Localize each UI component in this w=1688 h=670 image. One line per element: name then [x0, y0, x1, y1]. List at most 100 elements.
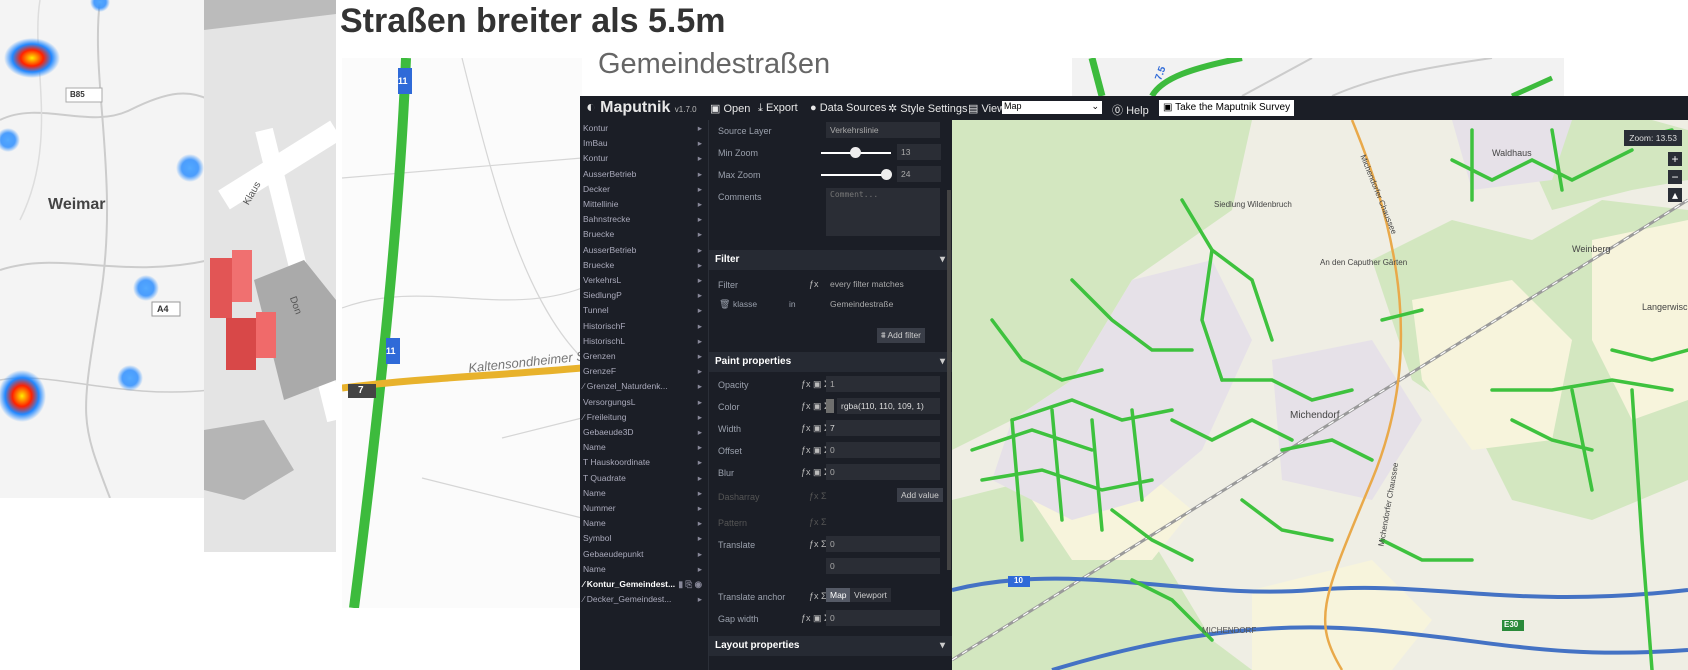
chevron-right-icon[interactable]: ▸ — [698, 196, 702, 212]
compass-button[interactable]: ▴ — [1668, 188, 1682, 202]
filter-value[interactable]: Gemeindestraße — [826, 296, 940, 312]
layer-item[interactable]: AusserBetrieb ▸ — [580, 242, 708, 258]
chevron-right-icon[interactable]: ▸ — [698, 257, 702, 273]
chevron-right-icon[interactable]: ▸ — [698, 181, 702, 197]
chevron-right-icon[interactable]: ▸ — [698, 515, 702, 531]
chevron-right-icon[interactable]: ▸ — [698, 500, 702, 516]
chevron-right-icon[interactable]: ▸ — [698, 302, 702, 318]
layer-item[interactable]: AusserBetrieb ▸ — [580, 166, 708, 182]
layer-item[interactable]: Bahnstrecke ▸ — [580, 211, 708, 227]
filter-section-header[interactable]: Filter ▾ — [709, 250, 953, 270]
layer-item[interactable]: Bruecke ▸ — [580, 257, 708, 273]
filter-field[interactable]: klasse — [733, 297, 779, 312]
blur-input[interactable]: 0 — [826, 464, 940, 480]
paint-section-header[interactable]: Paint properties ▾ — [709, 352, 953, 372]
chevron-right-icon[interactable]: ▸ — [698, 318, 702, 334]
chevron-right-icon[interactable]: ▸ — [698, 470, 702, 486]
function-icons[interactable]: ƒx Σ — [809, 591, 827, 601]
layer-item[interactable]: SiedlungP ▸ — [580, 287, 708, 303]
max-zoom-handle[interactable] — [881, 169, 892, 180]
layer-item[interactable]: HistorischL ▸ — [580, 333, 708, 349]
layer-item[interactable]: Gebaeude3D ▸ — [580, 424, 708, 440]
layer-item[interactable]: ∕ Grenzel_Naturdenk... ▸ — [580, 378, 708, 394]
map-view[interactable]: Zoom: 13.53 + − ▴ Waldhaus Weinberg Lang… — [952, 120, 1688, 670]
chevron-right-icon[interactable]: ▸ — [698, 454, 702, 470]
chevron-right-icon[interactable]: ▸ — [698, 546, 702, 562]
width-input[interactable]: 7 — [826, 420, 940, 436]
layer-item[interactable]: Bruecke ▸ — [580, 226, 708, 242]
layer-item[interactable]: GrenzeF ▸ — [580, 363, 708, 379]
layer-item[interactable]: Decker ▸ — [580, 181, 708, 197]
chevron-right-icon[interactable]: ▸ — [698, 530, 702, 546]
function-icons[interactable]: ƒx Σ — [809, 539, 827, 549]
function-icons[interactable]: ƒx Σ — [809, 491, 827, 501]
chevron-right-icon[interactable]: ▸ — [698, 333, 702, 349]
open-button[interactable]: ▣ Open — [710, 102, 750, 115]
min-zoom-handle[interactable] — [850, 147, 861, 158]
layer-item[interactable]: Name ▸ — [580, 561, 708, 577]
layer-item[interactable]: VersorgungsL ▸ — [580, 394, 708, 410]
offset-input[interactable]: 0 — [826, 442, 940, 458]
zoom-in-button[interactable]: + — [1668, 152, 1682, 166]
chevron-right-icon[interactable]: ▸ — [698, 348, 702, 364]
layer-item[interactable]: Symbol ▸ — [580, 530, 708, 546]
min-zoom-input[interactable]: 13 — [897, 144, 941, 160]
chevron-right-icon[interactable]: ▸ — [698, 561, 702, 577]
chevron-right-icon[interactable]: ▸ — [698, 135, 702, 151]
view-select[interactable]: Map ⌄ — [1002, 101, 1102, 114]
function-icon[interactable]: ƒx — [809, 279, 819, 289]
layer-actions-icons[interactable]: ▮ ⎘ ◉ — [678, 576, 702, 592]
translate-x-input[interactable]: 0 — [826, 536, 940, 552]
translate-y-input[interactable]: 0 — [826, 558, 940, 574]
color-input[interactable]: rgba(110, 110, 109, 1) — [837, 398, 940, 414]
layer-item[interactable]: Kontur ▸ — [580, 150, 708, 166]
comments-textarea[interactable]: Comment... — [826, 188, 940, 236]
layer-item[interactable]: ∕ Freileitung ▸ — [580, 409, 708, 425]
maputnik-logo[interactable]: ◐ Maputnik v1.7.0 — [586, 99, 697, 117]
chevron-right-icon[interactable]: ▸ — [698, 394, 702, 410]
layer-item[interactable]: Grenzen ▸ — [580, 348, 708, 364]
layout-section-header[interactable]: Layout properties ▾ — [709, 636, 953, 656]
data-sources-button[interactable]: ● Data Sources — [810, 102, 886, 114]
chevron-right-icon[interactable]: ▸ — [698, 439, 702, 455]
trash-icon[interactable]: 🗑 — [719, 299, 730, 310]
max-zoom-input[interactable]: 24 — [897, 166, 941, 182]
layer-item[interactable]: Name ▸ — [580, 515, 708, 531]
chevron-right-icon[interactable]: ▸ — [698, 591, 702, 607]
layer-item[interactable]: HistorischF ▸ — [580, 318, 708, 334]
layer-item[interactable]: T Quadrate ▸ — [580, 470, 708, 486]
chevron-right-icon[interactable]: ▸ — [698, 363, 702, 379]
chevron-right-icon[interactable]: ▸ — [698, 211, 702, 227]
gap-width-input[interactable]: 0 — [826, 610, 940, 626]
chevron-right-icon[interactable]: ▸ — [698, 424, 702, 440]
layer-item[interactable]: T Hauskoordinate ▸ — [580, 454, 708, 470]
layer-item[interactable]: Gebaeudepunkt ▸ — [580, 546, 708, 562]
color-swatch[interactable] — [826, 399, 834, 413]
layer-item[interactable]: Nummer ▸ — [580, 500, 708, 516]
chevron-right-icon[interactable]: ▸ — [698, 226, 702, 242]
chevron-right-icon[interactable]: ▸ — [698, 166, 702, 182]
add-value-button[interactable]: Add value — [897, 488, 943, 502]
export-button[interactable]: ⤓ Export — [758, 102, 798, 115]
chevron-right-icon[interactable]: ▸ — [698, 409, 702, 425]
editor-scrollbar[interactable] — [947, 190, 951, 570]
layer-item[interactable]: ∕ Kontur_Gemeindest... ▮ ⎘ ◉ — [580, 576, 708, 592]
chevron-right-icon[interactable]: ▸ — [698, 242, 702, 258]
source-layer-input[interactable]: Verkehrslinie — [826, 122, 940, 138]
layer-item[interactable]: Name ▸ — [580, 485, 708, 501]
survey-button[interactable]: ▣ Take the Maputnik Survey — [1159, 100, 1295, 116]
anchor-viewport-button[interactable]: Viewport — [850, 588, 891, 602]
anchor-map-button[interactable]: Map — [826, 588, 851, 602]
filter-mode-select[interactable]: every filter matches — [826, 276, 940, 292]
chevron-right-icon[interactable]: ▸ — [698, 287, 702, 303]
help-button[interactable]: ⓪ Help — [1112, 102, 1149, 118]
chevron-right-icon[interactable]: ▸ — [698, 378, 702, 394]
style-settings-button[interactable]: ✲ Style Settings — [888, 102, 968, 115]
function-icons[interactable]: ƒx Σ — [809, 517, 827, 527]
layer-item[interactable]: Name ▸ — [580, 439, 708, 455]
filter-operator[interactable]: in — [789, 297, 819, 312]
chevron-right-icon[interactable]: ▸ — [698, 485, 702, 501]
add-filter-button[interactable]: ⩩ Add filter — [877, 328, 925, 343]
chevron-right-icon[interactable]: ▸ — [698, 150, 702, 166]
layer-item[interactable]: Kontur ▸ — [580, 120, 708, 136]
